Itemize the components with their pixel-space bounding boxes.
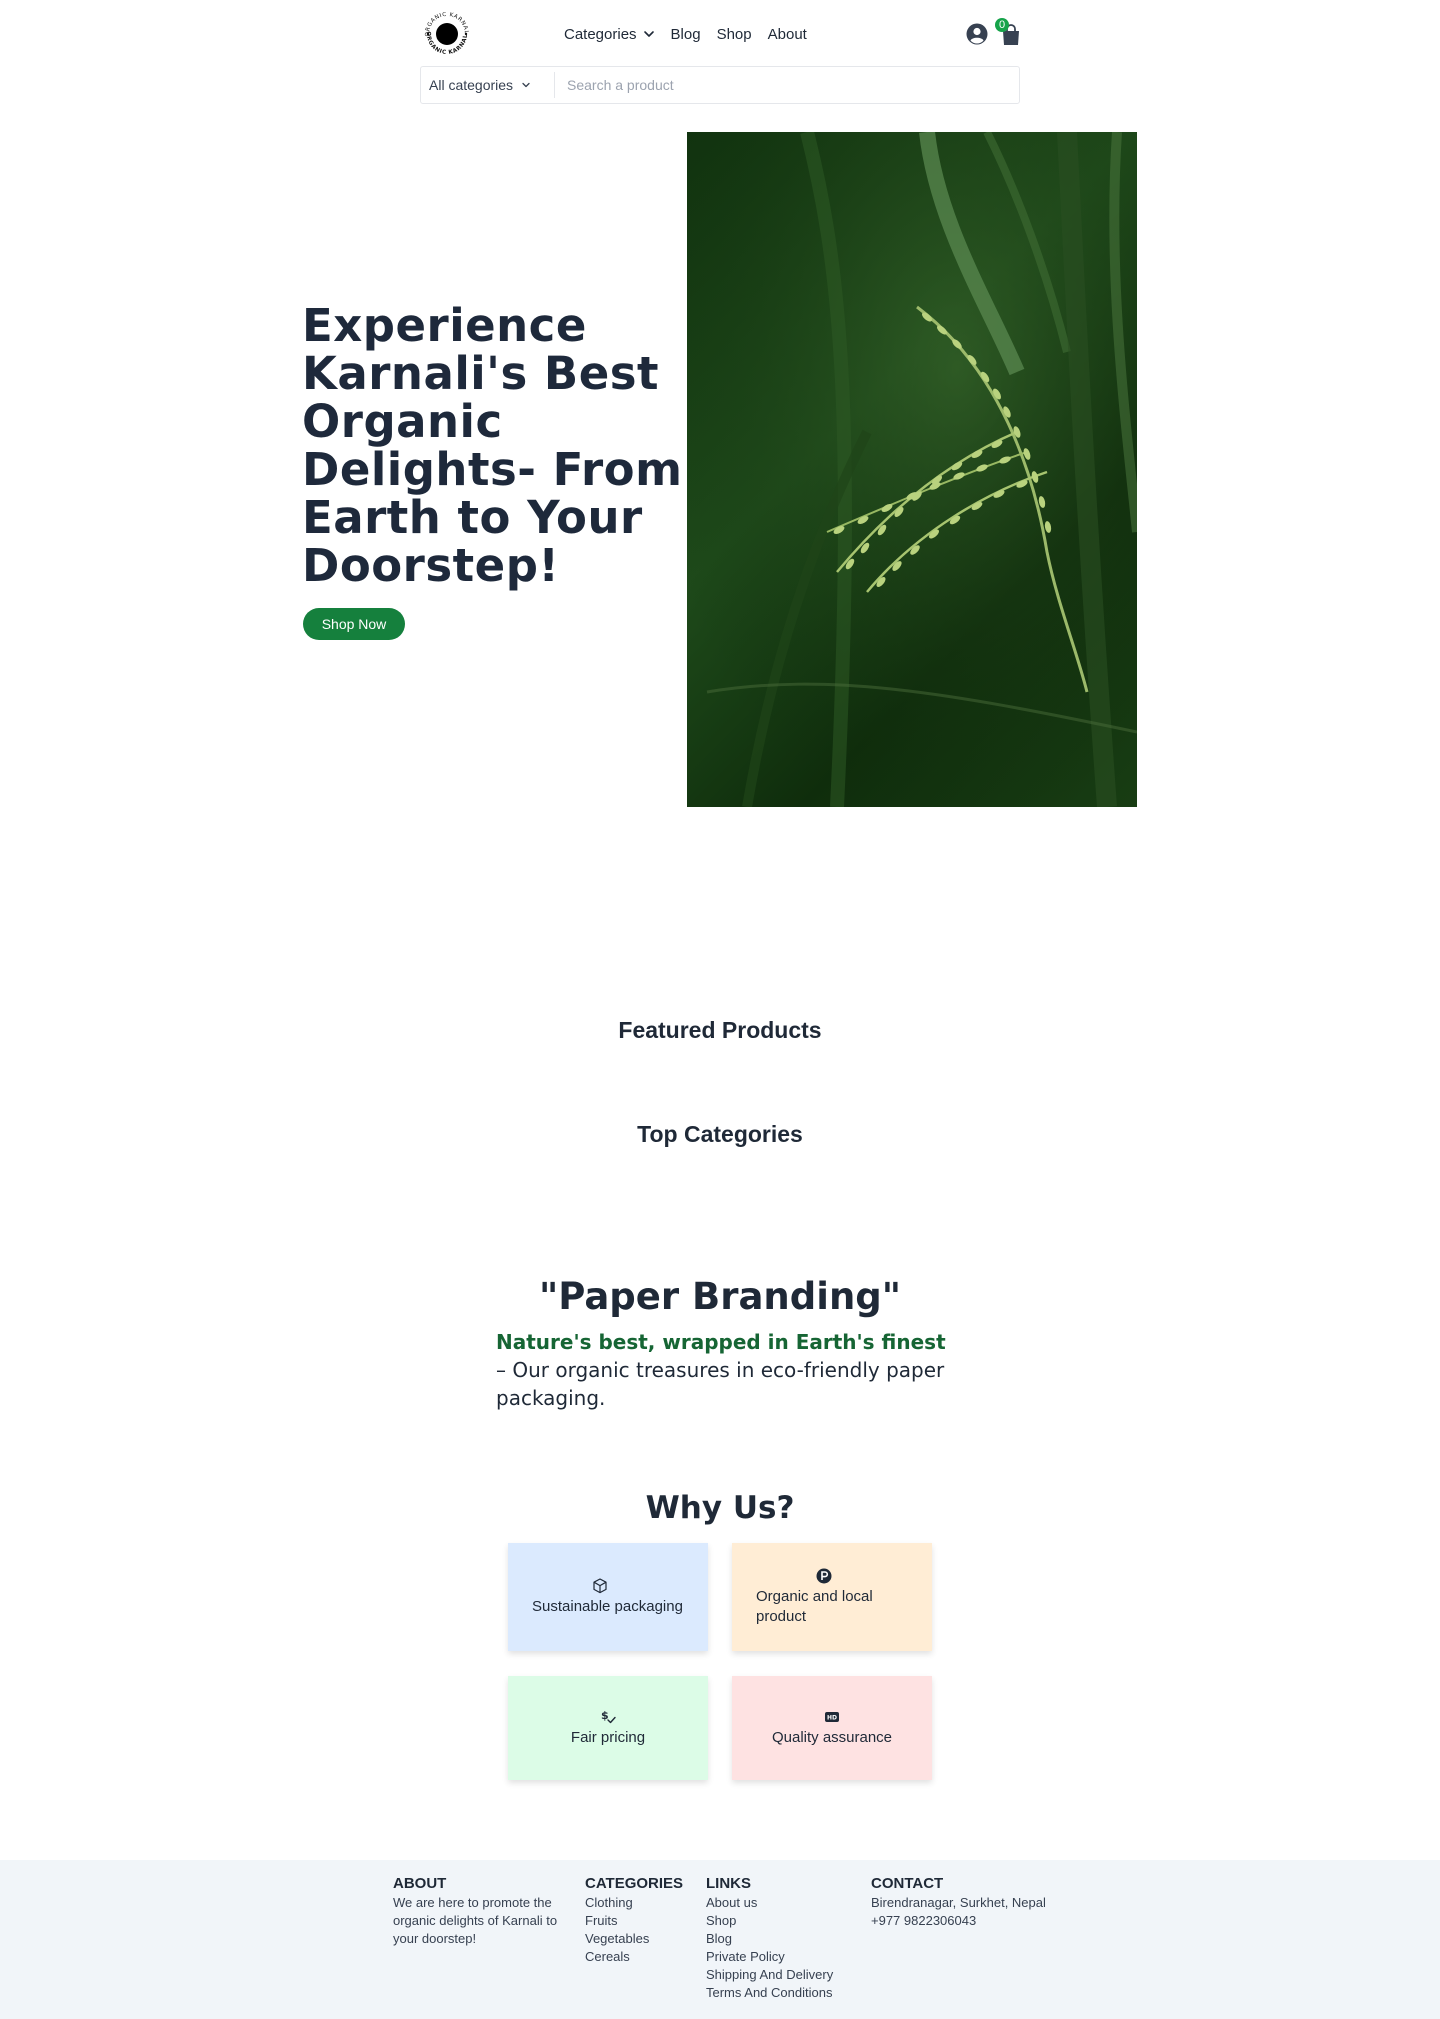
paper-branding-highlight: Nature's best, wrapped in Earth's finest [496, 1330, 946, 1354]
price-check-icon: $ [601, 1709, 616, 1724]
nav-shop[interactable]: Shop [717, 26, 752, 43]
brand-logo[interactable]: ORGANIC KARNALI ORGANIC KARNALI [419, 3, 474, 61]
footer-links-heading: LINKS [706, 1875, 751, 1892]
why-card-sustainable-packaging: Sustainable packaging [508, 1543, 708, 1651]
site-header: ORGANIC KARNALI ORGANIC KARNALI Categori… [419, 3, 1020, 62]
why-card-quality-assurance: HD Quality assurance [732, 1676, 932, 1780]
logo-mark-icon: ORGANIC KARNALI ORGANIC KARNALI [419, 3, 469, 56]
hero-title: Experience Karnali's Best Organic Deligh… [302, 299, 683, 592]
search-input[interactable] [555, 68, 1019, 102]
footer-link-blog[interactable]: Blog [706, 1930, 833, 1948]
why-card-label: Fair pricing [570, 1729, 646, 1746]
why-us-heading: Why Us? [645, 1490, 795, 1526]
footer-contact: CONTACT Birendranagar, Surkhet, Nepal +9… [871, 1874, 1046, 1930]
nav-blog[interactable]: Blog [671, 26, 701, 43]
nav-shop-label: Shop [716, 25, 752, 43]
footer-categories: CATEGORIES Clothing Fruits Vegetables Ce… [585, 1874, 683, 1966]
nav-categories-label: Categories [564, 25, 637, 43]
why-card-organic-local: Organic and local product [732, 1543, 932, 1651]
site-footer: ABOUT We are here to promote the organic… [0, 1860, 1440, 2019]
nav-about-label: About [767, 25, 807, 43]
paper-branding-text: Nature's best, wrapped in Earth's finest… [496, 1328, 956, 1412]
why-card-label: Sustainable packaging [532, 1598, 683, 1615]
footer-link-about-us[interactable]: About us [706, 1894, 833, 1912]
chevron-down-icon [643, 31, 654, 37]
footer-link-private-policy[interactable]: Private Policy [706, 1948, 833, 1966]
footer-link-cereals[interactable]: Cereals [585, 1948, 683, 1966]
why-card-label: Quality assurance [771, 1729, 893, 1746]
footer-about-text: We are here to promote the organic delig… [393, 1895, 558, 1946]
search-category-label: All categories [429, 77, 514, 93]
top-categories-heading: Top Categories [637, 1121, 803, 1147]
footer-contact-heading: CONTACT [871, 1875, 944, 1892]
cart-count-badge: 0 [995, 18, 1009, 32]
nav-categories[interactable]: Categories [564, 26, 655, 43]
search-category-select[interactable]: All categories [421, 72, 555, 98]
footer-links: LINKS About us Shop Blog Private Policy … [706, 1874, 833, 2002]
footer-contact-phone: +977 9822306043 [871, 1913, 977, 1928]
footer-link-fruits[interactable]: Fruits [585, 1912, 683, 1930]
nav-blog-label: Blog [670, 25, 701, 43]
header-actions: 0 [966, 18, 1020, 48]
featured-products-heading: Featured Products [618, 1017, 822, 1043]
footer-about-heading: ABOUT [393, 1875, 447, 1892]
nav-about[interactable]: About [768, 26, 807, 43]
shop-now-button[interactable]: Shop Now [303, 608, 405, 640]
search-bar: All categories [420, 66, 1020, 104]
hero-image [687, 132, 1137, 807]
cube-icon [593, 1578, 607, 1594]
footer-link-vegetables[interactable]: Vegetables [585, 1930, 683, 1948]
footer-about: ABOUT We are here to promote the organic… [393, 1874, 558, 1948]
footer-link-clothing[interactable]: Clothing [585, 1894, 683, 1912]
footer-link-terms[interactable]: Terms And Conditions [706, 1984, 833, 2002]
footer-link-shipping-delivery[interactable]: Shipping And Delivery [706, 1966, 833, 1984]
product-badge-icon [816, 1568, 832, 1584]
chevron-down-icon [522, 82, 530, 88]
svg-text:HD: HD [827, 1715, 837, 1722]
rice-plant-illustration [687, 132, 1137, 807]
paper-branding-body: – Our organic treasures in eco-friendly … [496, 1358, 945, 1410]
user-icon[interactable] [966, 23, 988, 45]
footer-link-shop[interactable]: Shop [706, 1912, 833, 1930]
footer-contact-address: Birendranagar, Surkhet, Nepal [871, 1895, 1046, 1910]
paper-branding-heading: "Paper Branding" [538, 1275, 902, 1318]
cart-button[interactable]: 0 [995, 18, 1020, 46]
footer-categories-heading: CATEGORIES [585, 1875, 684, 1892]
why-card-fair-pricing: $ Fair pricing [508, 1676, 708, 1780]
hd-badge-icon: HD [825, 1712, 839, 1722]
why-card-label: Organic and local product [756, 1588, 873, 1625]
main-nav: Categories Blog Shop About [564, 6, 807, 62]
